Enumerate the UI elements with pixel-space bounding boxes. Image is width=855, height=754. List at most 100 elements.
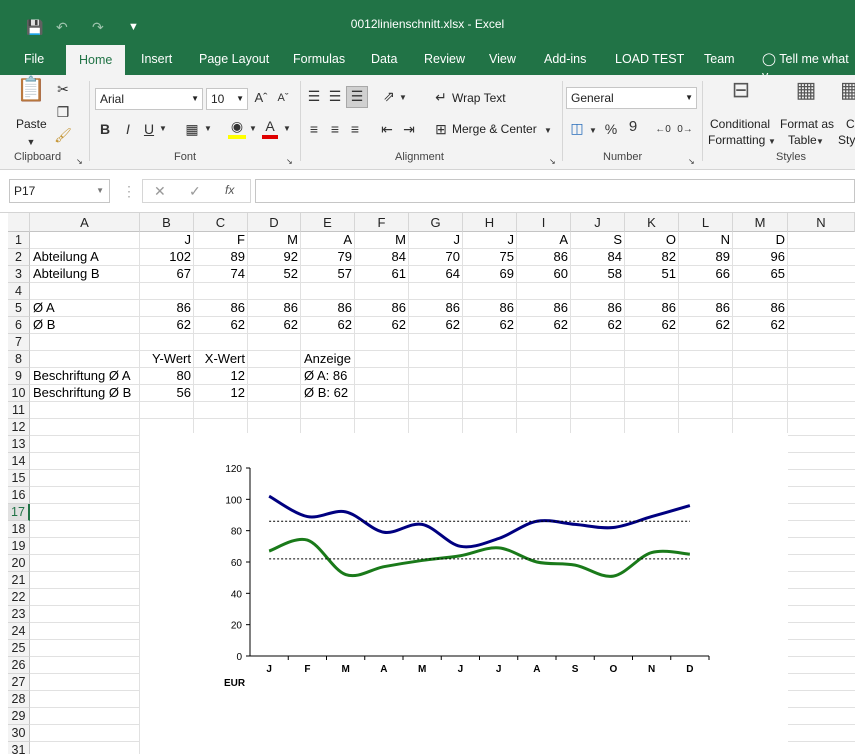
name-box[interactable]: P17 ▼ [9, 179, 110, 203]
italic-button[interactable]: I [121, 120, 135, 138]
row-header-15[interactable]: 15 [8, 470, 30, 487]
y-wert-b[interactable]: 56 [140, 384, 194, 401]
cell-value[interactable]: N [679, 231, 733, 248]
format-as-table-icon[interactable]: ▦ [791, 79, 821, 111]
column-header-l[interactable]: L [679, 213, 733, 232]
row-header-28[interactable]: 28 [8, 691, 30, 708]
cell-value[interactable]: 79 [301, 248, 355, 265]
cell-value[interactable]: S [571, 231, 625, 248]
conditional-formatting-label[interactable]: Conditional [710, 117, 770, 131]
cell-value[interactable]: 74 [194, 265, 248, 282]
row-header-25[interactable]: 25 [8, 640, 30, 657]
cell-value[interactable]: 58 [571, 265, 625, 282]
cell-value[interactable]: 62 [248, 316, 301, 333]
currency-dropdown-icon[interactable]: ▼ [588, 122, 598, 140]
row-header-2[interactable]: 2 [8, 249, 30, 266]
dialog-launcher-icon[interactable]: ↘ [549, 153, 556, 171]
x-wert-a[interactable]: 12 [194, 367, 248, 384]
cell-value[interactable]: 62 [679, 316, 733, 333]
row-header-12[interactable]: 12 [8, 419, 30, 436]
column-header-a[interactable]: A [30, 213, 140, 232]
shrink-font-icon[interactable]: Aˇ [276, 89, 290, 107]
row-header-6[interactable]: 6 [8, 317, 30, 334]
formula-input[interactable] [255, 179, 855, 203]
cell-value[interactable]: D [733, 231, 788, 248]
column-header-c[interactable]: C [194, 213, 248, 232]
dialog-launcher-icon[interactable]: ↘ [286, 153, 293, 171]
cell-value[interactable]: O [625, 231, 679, 248]
label-avg-b[interactable]: Ø B [30, 316, 138, 333]
cell-value[interactable]: J [463, 231, 517, 248]
align-right-icon[interactable]: ≡ [346, 120, 364, 138]
cell-value[interactable]: A [517, 231, 571, 248]
row-header-5[interactable]: 5 [8, 300, 30, 317]
row-header-29[interactable]: 29 [8, 708, 30, 725]
cell-value[interactable]: 62 [625, 316, 679, 333]
column-header-i[interactable]: I [517, 213, 571, 232]
increase-decimal-icon[interactable]: ←0 [654, 121, 672, 139]
cell-value[interactable]: 66 [679, 265, 733, 282]
cell-value[interactable]: 62 [140, 316, 194, 333]
cell-value[interactable]: 86 [517, 299, 571, 316]
label-abteilung-b[interactable]: Abteilung B [30, 265, 138, 282]
cell-value[interactable]: 60 [517, 265, 571, 282]
cell-value[interactable]: 86 [140, 299, 194, 316]
underline-button[interactable]: U [142, 120, 156, 138]
cut-icon[interactable]: ✂ [54, 80, 72, 98]
tab-view[interactable]: View [489, 51, 516, 75]
fill-color-icon[interactable]: ◉ [228, 117, 246, 139]
row-header-18[interactable]: 18 [8, 521, 30, 538]
grow-font-icon[interactable]: Aˆ [254, 89, 268, 107]
cell-value[interactable]: 51 [625, 265, 679, 282]
row-header-14[interactable]: 14 [8, 453, 30, 470]
tab-team[interactable]: Team [704, 51, 735, 75]
tab-review[interactable]: Review [424, 51, 465, 75]
cell-value[interactable]: 64 [409, 265, 463, 282]
cell-value[interactable]: J [409, 231, 463, 248]
font-color-icon[interactable]: A [262, 117, 278, 139]
row-header-26[interactable]: 26 [8, 657, 30, 674]
cell-value[interactable]: 67 [140, 265, 194, 282]
cell-value[interactable]: 62 [301, 316, 355, 333]
row-header-10[interactable]: 10 [8, 385, 30, 402]
cell-styles-label-2[interactable]: Styl [838, 133, 855, 147]
decrease-indent-icon[interactable]: ⇤ [378, 120, 396, 138]
row-header-11[interactable]: 11 [8, 402, 30, 419]
tell-me-box[interactable]: ◯ Tell me what y [762, 51, 855, 83]
orientation-dropdown-icon[interactable]: ▼ [398, 89, 408, 107]
cell-value[interactable]: 86 [733, 299, 788, 316]
column-header-d[interactable]: D [248, 213, 301, 232]
column-header-h[interactable]: H [463, 213, 517, 232]
merge-center-button[interactable]: Merge & Center [452, 122, 537, 136]
cell-value[interactable]: M [355, 231, 409, 248]
row-header-31[interactable]: 31 [8, 742, 30, 754]
cell-value[interactable]: 86 [625, 299, 679, 316]
tab-page-layout[interactable]: Page Layout [199, 51, 269, 75]
column-header-n[interactable]: N [788, 213, 855, 232]
paste-icon[interactable]: 📋 [16, 78, 46, 113]
chevron-down-icon[interactable]: ▼ [768, 133, 776, 151]
column-header-e[interactable]: E [301, 213, 355, 232]
tab-home[interactable]: Home [66, 45, 126, 75]
cell-value[interactable]: A [301, 231, 355, 248]
cell-styles-icon[interactable]: ▦ [840, 81, 855, 111]
percent-button[interactable]: % [603, 120, 619, 138]
dialog-launcher-icon[interactable]: ↘ [76, 153, 83, 171]
orientation-icon[interactable]: ⇗ [380, 87, 398, 105]
cell-value[interactable]: 62 [517, 316, 571, 333]
cell-value[interactable]: 62 [733, 316, 788, 333]
column-header-j[interactable]: J [571, 213, 625, 232]
decrease-decimal-icon[interactable]: 0→ [676, 121, 694, 139]
anzeige-b[interactable]: Ø B: 62 [301, 384, 381, 401]
cell-value[interactable]: 52 [248, 265, 301, 282]
cell-value[interactable]: 61 [355, 265, 409, 282]
header-y-wert[interactable]: Y-Wert [140, 350, 194, 367]
cancel-icon[interactable]: ✕ [154, 181, 166, 201]
column-header-m[interactable]: M [733, 213, 788, 232]
cell-value[interactable]: 86 [571, 299, 625, 316]
underline-dropdown-icon[interactable]: ▼ [158, 120, 168, 138]
x-wert-b[interactable]: 12 [194, 384, 248, 401]
borders-dropdown-icon[interactable]: ▼ [203, 120, 213, 138]
column-header-k[interactable]: K [625, 213, 679, 232]
row-header-3[interactable]: 3 [8, 266, 30, 283]
